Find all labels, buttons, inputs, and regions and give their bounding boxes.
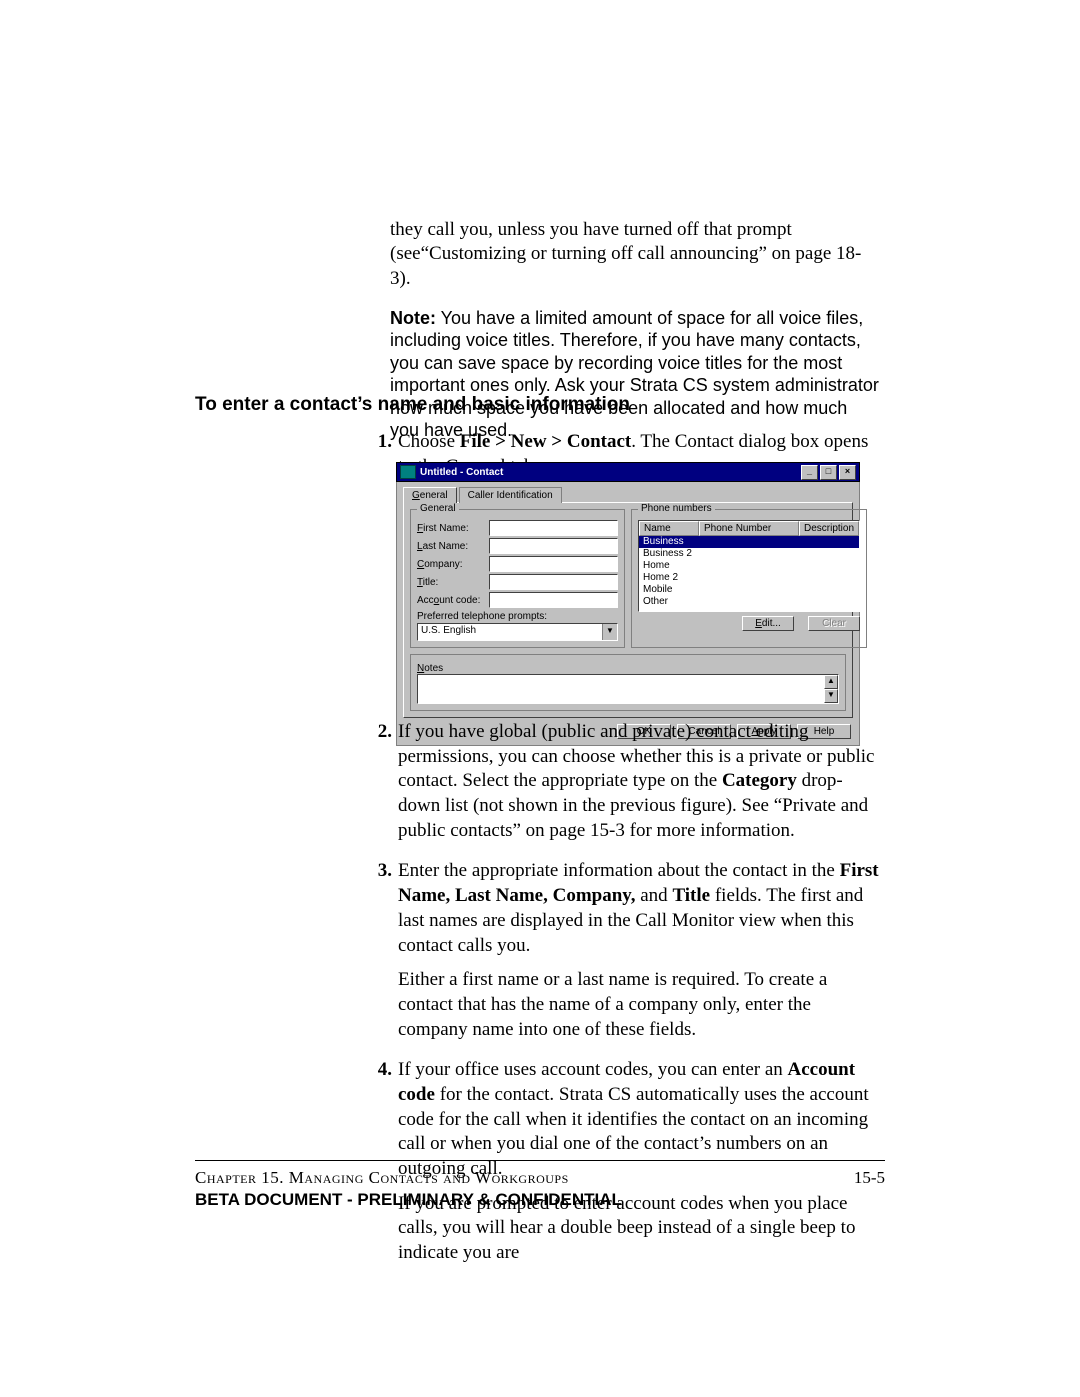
group-legend-notes: Notes [417, 663, 443, 674]
step-bold: Category [722, 770, 797, 791]
notes-scrollbar[interactable]: ▲ ▼ [824, 675, 838, 703]
tab-panel: General First Name: Last Name: Company: [403, 502, 853, 718]
tab-general[interactable]: General [403, 487, 457, 503]
tab-caller-id[interactable]: Caller Identification [459, 487, 562, 503]
dialog-body: General Caller Identification General Fi… [396, 482, 860, 746]
step-para-2: Either a first name or a last name is re… [398, 968, 880, 1042]
clear-button: Clear [808, 616, 860, 631]
col-phone-number[interactable]: Phone Number [699, 521, 799, 536]
footer-page-number: 15-5 [854, 1168, 885, 1188]
group-legend-general: General [417, 503, 459, 514]
step-number: 4. [368, 1058, 398, 1083]
group-general: General First Name: Last Name: Company: [410, 509, 625, 648]
notes-textarea[interactable]: ▲ ▼ [417, 674, 839, 704]
prompts-combo-text: U.S. English [418, 624, 602, 640]
col-name[interactable]: Name [639, 521, 699, 536]
footer-confidential: BETA DOCUMENT - PRELIMINARY & CONFIDENTI… [195, 1190, 885, 1210]
first-name-input[interactable] [489, 520, 618, 536]
contact-dialog: Untitled - Contact _ □ × General Caller … [396, 462, 860, 746]
scroll-down-icon[interactable]: ▼ [824, 689, 838, 703]
step-text-tail: for the contact. Strata CS automatically… [398, 1084, 869, 1179]
step-2: 2. If you have global (public and privat… [368, 720, 880, 853]
step-bold-2: Title [672, 885, 710, 906]
phone-row[interactable]: Business [639, 536, 859, 548]
page-footer: Chapter 15. Managing Contacts and Workgr… [195, 1168, 885, 1188]
note-body: You have a limited amount of space for a… [390, 308, 879, 441]
step-body: If you have global (public and private) … [398, 720, 880, 853]
phone-row[interactable]: Other [639, 596, 859, 608]
group-phone-numbers: Phone numbers Name Phone Number Descript… [631, 509, 867, 648]
intro-paragraph: they call you, unless you have turned of… [390, 218, 880, 291]
note-label: Note: [390, 308, 436, 328]
scroll-up-icon[interactable]: ▲ [824, 675, 838, 689]
step-text: Enter the appropriate information about … [398, 860, 840, 881]
phone-row[interactable]: Business 2 [639, 548, 859, 560]
edit-button[interactable]: Edit... [742, 616, 794, 631]
document-page: they call you, unless you have turned of… [0, 0, 1080, 1397]
group-legend-phone: Phone numbers [638, 503, 715, 514]
label-first-name: First Name: [417, 523, 489, 534]
label-last-name: Last Name: [417, 541, 489, 552]
col-description[interactable]: Description [799, 521, 859, 536]
footer-rule [195, 1160, 885, 1161]
company-input[interactable] [489, 556, 618, 572]
dialog-title: Untitled - Contact [420, 467, 503, 478]
step-text: If your office uses account codes, you c… [398, 1059, 788, 1080]
title-input[interactable] [489, 574, 618, 590]
phone-row[interactable]: Home 2 [639, 572, 859, 584]
phone-number-list[interactable]: Name Phone Number Description Business B… [638, 520, 860, 612]
group-notes: Notes ▲ ▼ [410, 654, 846, 711]
minimize-button[interactable]: _ [801, 465, 818, 480]
step-number: 1. [368, 430, 398, 455]
label-account-code: Account code: [417, 595, 489, 606]
step-text: Choose [398, 431, 460, 452]
phone-list-header: Name Phone Number Description [639, 521, 859, 536]
phone-row[interactable]: Mobile [639, 584, 859, 596]
close-button[interactable]: × [839, 465, 856, 480]
step-3: 3. Enter the appropriate information abo… [368, 859, 880, 1052]
phone-row[interactable]: Home [639, 560, 859, 572]
last-name-input[interactable] [489, 538, 618, 554]
dialog-titlebar[interactable]: Untitled - Contact _ □ × [396, 462, 860, 482]
footer-chapter: Chapter 15. Managing Contacts and Workgr… [195, 1168, 569, 1188]
label-company: Company: [417, 559, 489, 570]
dialog-tabs: General Caller Identification [403, 486, 853, 502]
step-bold: File > New > Contact [460, 431, 632, 452]
app-icon [400, 465, 416, 479]
step-body: Enter the appropriate information about … [398, 859, 880, 1052]
maximize-button[interactable]: □ [820, 465, 837, 480]
chevron-down-icon[interactable]: ▼ [602, 624, 617, 640]
note-block: Note: You have a limited amount of space… [390, 307, 880, 442]
step-text-mid: and [636, 885, 673, 906]
section-subhead: To enter a contact’s name and basic info… [195, 394, 880, 416]
label-prompts: Preferred telephone prompts: [417, 611, 618, 622]
step-number: 2. [368, 720, 398, 745]
account-code-input[interactable] [489, 592, 618, 608]
prompts-combo[interactable]: U.S. English ▼ [417, 623, 618, 641]
step-body: If your office uses account codes, you c… [398, 1058, 880, 1276]
label-title: Title: [417, 577, 489, 588]
step-number: 3. [368, 859, 398, 884]
step-4: 4. If your office uses account codes, yo… [368, 1058, 880, 1276]
